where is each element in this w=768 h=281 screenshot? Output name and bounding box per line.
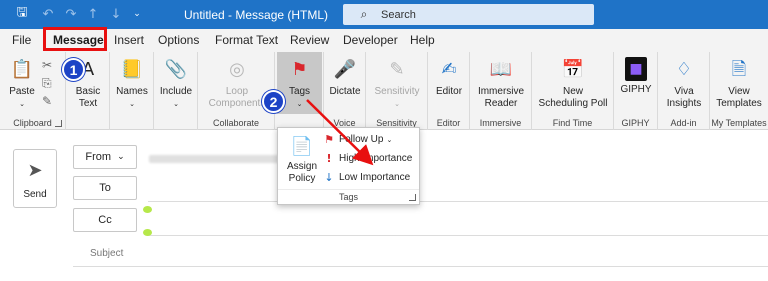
annotation-arrow	[306, 99, 374, 166]
